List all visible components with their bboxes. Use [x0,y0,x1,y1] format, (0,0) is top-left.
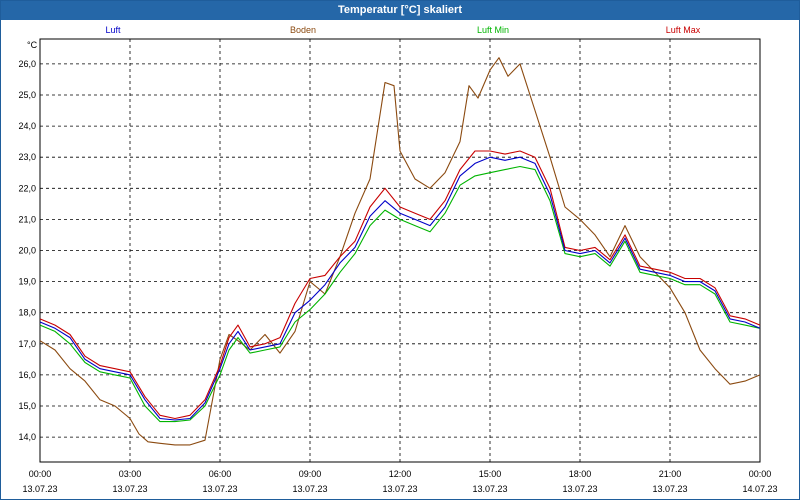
x-tick-date: 13.07.23 [112,484,147,494]
y-tick-label: 17,0 [18,339,36,349]
x-tick-time: 21:00 [659,469,682,479]
x-tick-time: 09:00 [299,469,322,479]
x-tick-time: 00:00 [29,469,52,479]
legend-entry-boden: Boden [290,25,316,35]
x-tick-time: 00:00 [749,469,772,479]
y-tick-label: 24,0 [18,121,36,131]
y-tick-label: 25,0 [18,90,36,100]
x-tick-date: 13.07.23 [382,484,417,494]
y-axis-ticks: 14,0 15,0 16,0 17,0 18,0 19,0 20,0 21,0 22,0 23,0… [18,59,36,442]
y-tick-label: 26,0 [18,59,36,69]
y-axis-label: °C [27,40,38,50]
y-tick-label: 15,0 [18,401,36,411]
legend: Luft Boden Luft Min Luft Max [105,25,700,35]
y-tick-label: 23,0 [18,152,36,162]
legend-entry-luft-max: Luft Max [666,25,701,35]
x-tick-date: 14.07.23 [742,484,777,494]
y-tick-label: 16,0 [18,370,36,380]
x-tick-time: 15:00 [479,469,502,479]
x-tick-date: 13.07.23 [292,484,327,494]
temperature-chart: 14,0 15,0 16,0 17,0 18,0 19,0 20,0 21,0 22,0 23,0… [18,25,777,494]
x-tick-time: 03:00 [119,469,142,479]
y-tick-label: 18,0 [18,308,36,318]
x-tick-date: 13.07.23 [562,484,597,494]
x-tick-time: 18:00 [569,469,592,479]
x-tick-time: 12:00 [389,469,412,479]
x-axis-ticks: 00:00 13.07.23 03:00 13.07.23 06:00 13.07.23 0… [22,469,777,494]
x-tick-time: 06:00 [209,469,232,479]
x-tick-date: 13.07.23 [202,484,237,494]
x-tick-date: 13.07.23 [652,484,687,494]
y-tick-label: 22,0 [18,183,36,193]
y-tick-label: 14,0 [18,432,36,442]
legend-entry-luft: Luft [105,25,121,35]
x-tick-date: 13.07.23 [22,484,57,494]
y-tick-label: 21,0 [18,214,36,224]
y-tick-label: 19,0 [18,277,36,287]
y-tick-label: 20,0 [18,246,36,256]
x-tick-date: 13.07.23 [472,484,507,494]
legend-entry-luft-min: Luft Min [477,25,509,35]
